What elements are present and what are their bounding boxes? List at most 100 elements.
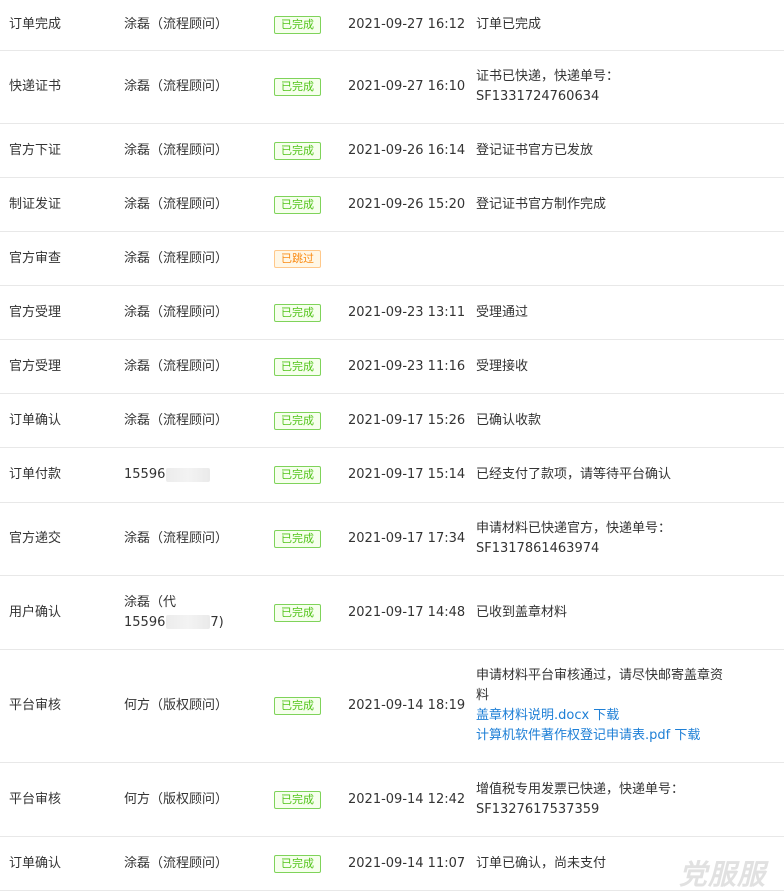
- time-cell: 2021-09-14 11:07: [348, 855, 466, 871]
- time-cell: 2021-09-17 15:26: [348, 412, 466, 428]
- tracking-number: SF1317861463974: [476, 541, 600, 556]
- time-cell: 2021-09-17 14:48: [348, 604, 466, 620]
- operator-cell: 15596: [124, 448, 264, 502]
- time-cell: 2021-09-17 15:14: [348, 467, 466, 482]
- table-row: 官方受理 涂磊（流程顾问） 已完成 2021-09-23 11:16 受理接收: [0, 340, 784, 394]
- operator-cell: 何方（版权顾问）: [124, 698, 229, 713]
- status-badge: 已完成: [274, 357, 321, 376]
- stage-cell: 官方受理: [9, 358, 62, 374]
- status-badge: 已完成: [274, 603, 321, 622]
- operator-cell: 涂磊（流程顾问）: [124, 531, 229, 546]
- status-badge-cell: 已完成: [274, 124, 344, 177]
- operator-cell: 涂磊（流程顾问）: [124, 358, 229, 374]
- operator-cell: 涂磊（流程顾问）: [124, 412, 229, 428]
- remark-cell: 受理接收: [476, 340, 731, 393]
- status-badge: 已完成: [274, 195, 321, 214]
- remark-line: 受理通过: [476, 304, 529, 320]
- status-badge: 已完成: [274, 466, 321, 484]
- operator-phone-line: 15596 7): [124, 613, 224, 633]
- status-badge-cell: 已完成: [274, 650, 344, 762]
- remark-line: 登记证书官方已发放: [476, 142, 594, 158]
- time-cell: 2021-09-14 12:42: [348, 791, 466, 807]
- status-badge: 已完成: [274, 411, 321, 430]
- time-cell: 2021-09-23 11:16: [348, 358, 466, 374]
- stage-cell: 用户确认: [9, 604, 62, 620]
- remark-cell: 申请材料已快递官方，快递单号： SF1317861463974: [476, 503, 731, 575]
- status-badge-cell: 已完成: [274, 394, 344, 447]
- remark-line: 料: [476, 688, 490, 703]
- status-badge-cell: 已完成: [274, 763, 344, 836]
- watermark: 党服服: [678, 858, 766, 891]
- stage-cell: 订单完成: [9, 17, 62, 32]
- operator-cell: 涂磊（代 15596 7): [124, 576, 264, 649]
- status-badge-cell: 已完成: [274, 0, 344, 50]
- stage-cell: 官方下证: [9, 142, 62, 158]
- operator-cell: 涂磊（流程顾问）: [124, 142, 229, 158]
- status-badge: 已完成: [274, 530, 321, 548]
- remark-cell: 订单已完成: [476, 0, 731, 50]
- remark-line: 已经支付了款项，请等待平台确认: [476, 467, 672, 482]
- remark-line: 订单已确认，尚未支付: [476, 855, 607, 871]
- remark-line: 已收到盖章材料: [476, 604, 568, 620]
- remark-line: 登记证书官方制作完成: [476, 196, 607, 212]
- stage-cell: 订单确认: [9, 412, 62, 428]
- status-badge-cell: 已完成: [274, 51, 344, 123]
- download-stamp-guide-link[interactable]: 盖章材料说明.docx 下载: [476, 706, 723, 726]
- table-row: 制证发证 涂磊（流程顾问） 已完成 2021-09-26 15:20 登记证书官…: [0, 178, 784, 232]
- download-application-form-link[interactable]: 计算机软件著作权登记申请表.pdf 下载: [476, 726, 723, 746]
- table-row: 订单完成 涂磊（流程顾问） 已完成 2021-09-27 16:12 订单已完成: [0, 0, 784, 51]
- remark-cell: [476, 232, 731, 285]
- time-cell: 2021-09-14 18:19: [348, 698, 466, 713]
- tracking-number: SF1331724760634: [476, 89, 600, 104]
- status-badge-cell: 已完成: [274, 837, 344, 890]
- table-row: 订单确认 涂磊（流程顾问） 已完成 2021-09-14 11:07 订单已确认…: [0, 837, 784, 891]
- remark-cell: 已确认收款: [476, 394, 731, 447]
- remark-cell: 已收到盖章材料: [476, 576, 731, 649]
- remark-cell: 申请材料平台审核通过，请尽快邮寄盖章资 料 盖章材料说明.docx 下载 计算机…: [476, 650, 731, 762]
- table-row: 订单付款 15596 已完成 2021-09-17 15:14 已经支付了款项，…: [0, 448, 784, 503]
- remark-line: 申请材料已快递官方，快递单号：: [476, 521, 672, 536]
- status-badge-cell: 已完成: [274, 286, 344, 339]
- status-badge-cell: 已完成: [274, 503, 344, 575]
- redacted-phone: [166, 468, 211, 482]
- time-cell: 2021-09-27 16:10: [348, 79, 466, 94]
- status-badge: 已完成: [274, 303, 321, 322]
- stage-cell: 官方递交: [9, 531, 62, 546]
- table-row: 官方受理 涂磊（流程顾问） 已完成 2021-09-23 13:11 受理通过: [0, 286, 784, 340]
- status-badge: 已完成: [274, 790, 321, 809]
- operator-cell: 涂磊（流程顾问）: [124, 17, 229, 32]
- table-row: 官方递交 涂磊（流程顾问） 已完成 2021-09-17 17:34 申请材料已…: [0, 503, 784, 576]
- operator-cell: 涂磊（流程顾问）: [124, 250, 229, 266]
- stage-cell: 订单付款: [9, 467, 62, 482]
- status-badge: 已完成: [274, 697, 321, 715]
- remark-cell: 已经支付了款项，请等待平台确认: [476, 448, 731, 502]
- status-badge-cell: 已完成: [274, 178, 344, 231]
- time-cell: 2021-09-27 16:12: [348, 17, 466, 32]
- stage-cell: 平台审核: [9, 791, 62, 807]
- remark-line: 已确认收款: [476, 412, 542, 428]
- remark-line: 证书已快递，快递单号：: [476, 69, 620, 84]
- remark-cell: 证书已快递，快递单号： SF1331724760634: [476, 51, 731, 123]
- tracking-number: SF1327617537359: [476, 801, 600, 817]
- status-badge-cell: 已跳过: [274, 232, 344, 285]
- status-badge: 已完成: [274, 16, 321, 34]
- time-cell: 2021-09-26 16:14: [348, 142, 466, 158]
- remark-line: 受理接收: [476, 358, 529, 374]
- stage-cell: 官方审查: [9, 250, 62, 266]
- time-cell: 2021-09-23 13:11: [348, 304, 466, 320]
- status-badge: 已完成: [274, 854, 321, 873]
- table-row: 订单确认 涂磊（流程顾问） 已完成 2021-09-17 15:26 已确认收款: [0, 394, 784, 448]
- table-row: 平台审核 何方（版权顾问） 已完成 2021-09-14 18:19 申请材料平…: [0, 650, 784, 763]
- redacted-phone: [166, 615, 211, 629]
- table-row: 快递证书 涂磊（流程顾问） 已完成 2021-09-27 16:10 证书已快递…: [0, 51, 784, 124]
- remark-line: 订单已完成: [476, 17, 542, 32]
- operator-cell: 涂磊（流程顾问）: [124, 79, 229, 94]
- remark-cell: 登记证书官方已发放: [476, 124, 731, 177]
- table-row: 用户确认 涂磊（代 15596 7) 已完成 2021-09-17 14:48 已…: [0, 576, 784, 650]
- stage-cell: 官方受理: [9, 304, 62, 320]
- remark-line: 增值税专用发票已快递，快递单号：: [476, 781, 685, 797]
- time-cell: [348, 232, 473, 285]
- status-badge-cell: 已完成: [274, 448, 344, 502]
- operator-cell: 涂磊（流程顾问）: [124, 196, 229, 212]
- skipped-badge: 已跳过: [274, 249, 321, 268]
